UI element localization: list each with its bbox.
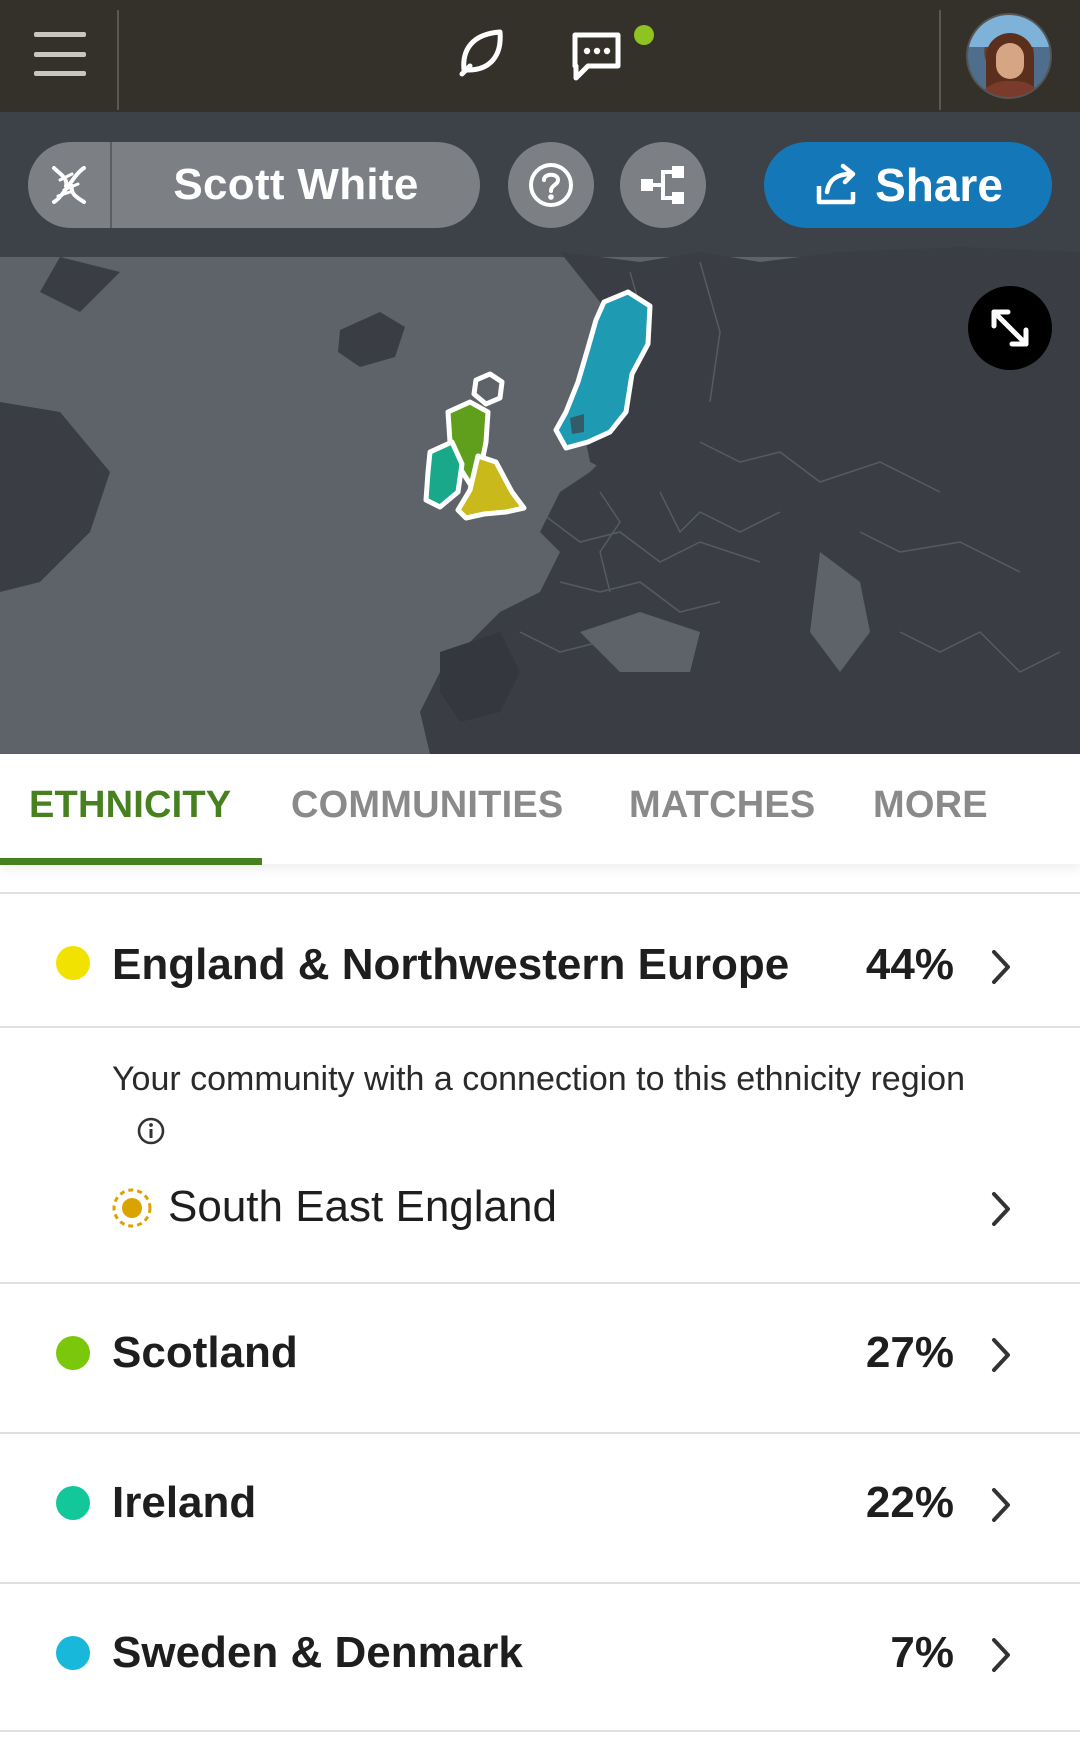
family-tree-icon (641, 166, 684, 204)
community-section: Your community with a connection to this… (0, 1026, 1080, 1282)
share-button[interactable]: Share (764, 142, 1052, 228)
section-tabs: ETHNICITY COMMUNITIES MATCHES MORE (0, 754, 1080, 865)
map-region-outline (471, 371, 505, 407)
tab-communities[interactable]: COMMUNITIES (291, 784, 563, 827)
notification-dot (634, 25, 654, 45)
tab-matches[interactable]: MATCHES (629, 784, 815, 827)
chevron-right-icon (992, 1488, 1010, 1522)
community-intro: Your community with a connection to this… (112, 1054, 992, 1154)
chevron-right-icon (992, 1192, 1010, 1226)
ethnicity-color-dot (56, 1336, 90, 1370)
ethnicity-row-scotland[interactable]: Scotland 27% (0, 1282, 1080, 1432)
tab-ethnicity[interactable]: ETHNICITY (29, 784, 231, 827)
community-sun-icon (112, 1188, 152, 1228)
chevron-right-icon (992, 1338, 1010, 1372)
ethnicity-region-label: Scotland (112, 1328, 298, 1377)
ethnicity-region-label: England & Northwestern Europe (112, 940, 790, 989)
community-row-south-east-england[interactable]: South East England (0, 1160, 1080, 1260)
tab-more[interactable]: MORE (873, 784, 988, 827)
avatar[interactable] (966, 13, 1052, 99)
ethnicity-percent: 44% (865, 940, 954, 989)
top-navigation-bar (0, 0, 1080, 112)
chat-bubble-icon[interactable] (570, 30, 624, 89)
ethnicity-percent: 7% (890, 1628, 954, 1677)
info-icon[interactable] (136, 1116, 166, 1146)
ethnicity-percent: 27% (865, 1328, 954, 1377)
divider (117, 10, 119, 110)
ethnicity-region-label: Sweden & Denmark (112, 1628, 523, 1677)
community-intro-text: Your community with a connection to this… (112, 1060, 965, 1098)
share-icon (816, 163, 856, 205)
ethnicity-row-sweden-denmark[interactable]: Sweden & Denmark 7% (0, 1582, 1080, 1732)
expand-arrows-icon (991, 309, 1029, 347)
profile-selector-button[interactable]: Scott White (28, 142, 480, 228)
ethnicity-color-dot (56, 1636, 90, 1670)
community-name: South East England (168, 1182, 557, 1231)
ethnicity-row-ireland[interactable]: Ireland 22% (0, 1432, 1080, 1582)
dna-icon (28, 142, 112, 228)
question-icon (529, 163, 573, 207)
ethnicity-percent: 22% (865, 1478, 954, 1527)
divider (939, 10, 941, 110)
ethnicity-row-england[interactable]: England & Northwestern Europe 44% (0, 892, 1080, 1026)
family-tree-button[interactable] (620, 142, 706, 228)
ethnicity-color-dot (56, 946, 90, 980)
expand-map-button[interactable] (968, 286, 1052, 370)
ancestry-leaf-icon[interactable] (456, 26, 508, 83)
active-tab-indicator (0, 858, 262, 865)
profile-name: Scott White (173, 160, 419, 209)
chevron-right-icon (992, 1638, 1010, 1672)
ethnicity-region-label: Ireland (112, 1478, 257, 1527)
chevron-right-icon (992, 950, 1010, 984)
hamburger-menu-icon[interactable] (28, 28, 92, 80)
help-button[interactable] (508, 142, 594, 228)
ethnicity-color-dot (56, 1486, 90, 1520)
share-label: Share (875, 159, 1003, 211)
